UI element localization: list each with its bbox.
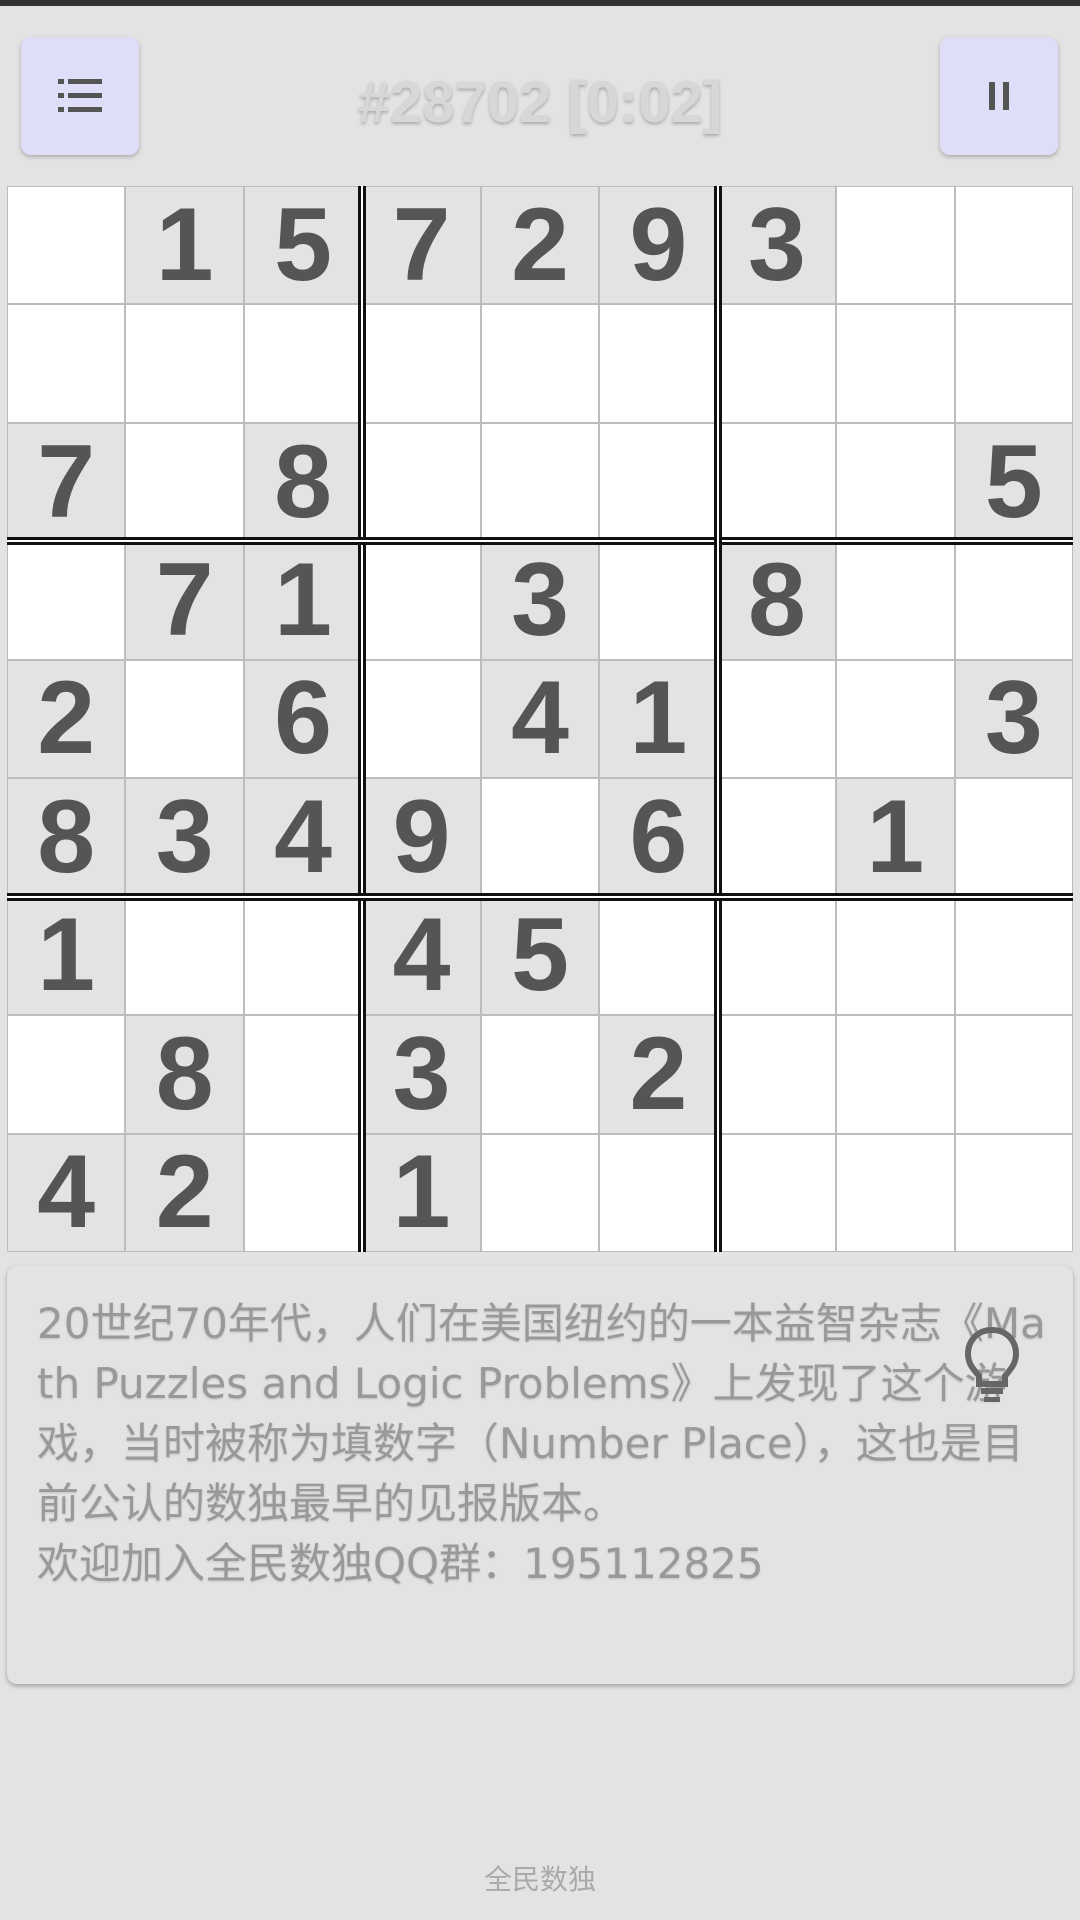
- sudoku-cell-r2c3[interactable]: [244, 305, 362, 422]
- sudoku-cell-r6c2[interactable]: 3: [126, 779, 243, 896]
- sudoku-cell-r1c5[interactable]: 2: [481, 187, 599, 304]
- sudoku-cell-r5c5[interactable]: 4: [481, 660, 599, 778]
- sudoku-cell-r6c9[interactable]: [955, 779, 1072, 896]
- sudoku-cell-r7c4[interactable]: 4: [363, 897, 480, 1015]
- sudoku-cell-r1c7[interactable]: 3: [718, 187, 836, 304]
- sudoku-cell-r2c5[interactable]: [481, 305, 599, 422]
- sudoku-cell-r9c5[interactable]: [481, 1134, 599, 1251]
- sudoku-cell-r2c6[interactable]: [600, 305, 717, 422]
- puzzle-title-timer: #28702 [0:02]: [357, 70, 723, 135]
- sudoku-cell-r7c5[interactable]: 5: [481, 897, 599, 1015]
- sudoku-cell-r5c1[interactable]: 2: [8, 660, 125, 778]
- sudoku-cell-r1c2[interactable]: 1: [126, 187, 243, 304]
- sudoku-cell-r5c4[interactable]: [363, 660, 480, 778]
- sudoku-cell-r7c2[interactable]: [126, 897, 243, 1015]
- sudoku-cell-r2c8[interactable]: [837, 305, 954, 422]
- sudoku-cell-r8c7[interactable]: [718, 1016, 836, 1133]
- sudoku-cell-r3c3[interactable]: 8: [244, 424, 362, 541]
- header: #28702 [0:02]: [0, 6, 1080, 176]
- sudoku-cell-r1c4[interactable]: 7: [363, 187, 480, 304]
- sudoku-cell-r5c2[interactable]: [126, 660, 243, 778]
- sudoku-cell-r1c1[interactable]: [8, 187, 125, 304]
- box-divider-vertical: [713, 186, 722, 1252]
- sudoku-cell-r4c9[interactable]: [955, 542, 1072, 659]
- sudoku-cell-r4c2[interactable]: 7: [126, 542, 243, 659]
- sudoku-cell-r7c3[interactable]: [244, 897, 362, 1015]
- sudoku-cell-r7c1[interactable]: 1: [8, 897, 125, 1015]
- sudoku-cell-r7c8[interactable]: [837, 897, 954, 1015]
- sudoku-cell-r6c3[interactable]: 4: [244, 779, 362, 896]
- sudoku-cell-r8c9[interactable]: [955, 1016, 1072, 1133]
- sudoku-cell-r8c6[interactable]: 2: [600, 1016, 717, 1133]
- sudoku-cell-r2c9[interactable]: [955, 305, 1072, 422]
- sudoku-cell-r8c8[interactable]: [837, 1016, 954, 1133]
- box-divider-horizontal: [7, 537, 1073, 546]
- sudoku-cell-r6c5[interactable]: [481, 779, 599, 896]
- list-icon: [58, 79, 102, 112]
- sudoku-cell-r9c9[interactable]: [955, 1134, 1072, 1251]
- sudoku-cell-r4c6[interactable]: [600, 542, 717, 659]
- sudoku-cell-r2c1[interactable]: [8, 305, 125, 422]
- sudoku-cell-r5c7[interactable]: [718, 660, 836, 778]
- sudoku-cell-r8c1[interactable]: [8, 1016, 125, 1133]
- sudoku-cell-r4c3[interactable]: 1: [244, 542, 362, 659]
- box-divider-vertical: [358, 186, 367, 1252]
- sudoku-cell-r7c6[interactable]: [600, 897, 717, 1015]
- sudoku-cell-r3c8[interactable]: [837, 423, 954, 541]
- sudoku-cell-r5c6[interactable]: 1: [600, 660, 717, 778]
- sudoku-cell-r1c6[interactable]: 9: [600, 187, 717, 304]
- sudoku-cell-r6c7[interactable]: [718, 779, 836, 896]
- sudoku-cell-r7c7[interactable]: [718, 897, 836, 1015]
- box-divider-horizontal: [7, 892, 1073, 901]
- sudoku-cell-r8c3[interactable]: [244, 1016, 362, 1133]
- sudoku-cell-r7c9[interactable]: [955, 897, 1072, 1015]
- sudoku-cell-r5c8[interactable]: [837, 660, 954, 778]
- sudoku-cell-r9c1[interactable]: 4: [8, 1134, 125, 1251]
- sudoku-cell-r3c1[interactable]: 7: [8, 424, 125, 541]
- tip-text: 20世纪70年代，人们在美国纽约的一本益智杂志《Math Puzzles and…: [37, 1299, 1046, 1588]
- sudoku-cell-r9c4[interactable]: 1: [363, 1134, 480, 1251]
- tip-panel: 20世纪70年代，人们在美国纽约的一本益智杂志《Math Puzzles and…: [7, 1266, 1073, 1684]
- sudoku-cell-r3c4[interactable]: [363, 423, 480, 541]
- sudoku-cell-r9c3[interactable]: [244, 1134, 362, 1251]
- pause-icon: [989, 82, 1009, 110]
- sudoku-cell-r4c5[interactable]: 3: [481, 542, 599, 659]
- sudoku-cell-r3c2[interactable]: [126, 423, 243, 541]
- sudoku-cell-r9c6[interactable]: [600, 1134, 717, 1251]
- sudoku-cell-r8c2[interactable]: 8: [126, 1016, 243, 1133]
- sudoku-cell-r2c4[interactable]: [363, 305, 480, 422]
- sudoku-cell-r5c9[interactable]: 3: [955, 660, 1072, 778]
- sudoku-cell-r3c5[interactable]: [481, 423, 599, 541]
- sudoku-cell-r3c6[interactable]: [600, 423, 717, 541]
- sudoku-cell-r4c7[interactable]: 8: [718, 542, 836, 659]
- sudoku-cell-r1c9[interactable]: [955, 187, 1072, 304]
- sudoku-cell-r3c9[interactable]: 5: [955, 424, 1072, 541]
- sudoku-cell-r4c1[interactable]: [8, 542, 125, 659]
- sudoku-cell-r6c8[interactable]: 1: [837, 779, 954, 896]
- sudoku-cell-r3c7[interactable]: [718, 423, 836, 541]
- sudoku-cell-r2c2[interactable]: [126, 305, 243, 422]
- sudoku-cell-r9c2[interactable]: 2: [126, 1134, 243, 1251]
- sudoku-cell-r8c4[interactable]: 3: [363, 1016, 480, 1133]
- lightbulb-icon[interactable]: [962, 1324, 1022, 1404]
- sudoku-cell-r9c7[interactable]: [718, 1134, 836, 1251]
- sudoku-cell-r5c3[interactable]: 6: [244, 660, 362, 778]
- sudoku-cell-r9c8[interactable]: [837, 1134, 954, 1251]
- sudoku-cell-r6c1[interactable]: 8: [8, 779, 125, 896]
- sudoku-cell-r1c8[interactable]: [837, 187, 954, 304]
- footer-app-name: 全民数独: [483, 1863, 596, 1896]
- sudoku-cell-r4c8[interactable]: [837, 542, 954, 659]
- sudoku-cell-r2c7[interactable]: [718, 305, 836, 422]
- sudoku-cell-r6c4[interactable]: 9: [363, 779, 480, 896]
- sudoku-board: 157293785713826413834961145832421: [7, 186, 1073, 1252]
- sudoku-cell-r8c5[interactable]: [481, 1016, 599, 1133]
- sudoku-cell-r1c3[interactable]: 5: [244, 187, 362, 304]
- menu-button[interactable]: [21, 37, 139, 155]
- sudoku-cell-r4c4[interactable]: [363, 542, 480, 659]
- sudoku-cell-r6c6[interactable]: 6: [600, 779, 717, 896]
- pause-button[interactable]: [940, 37, 1058, 155]
